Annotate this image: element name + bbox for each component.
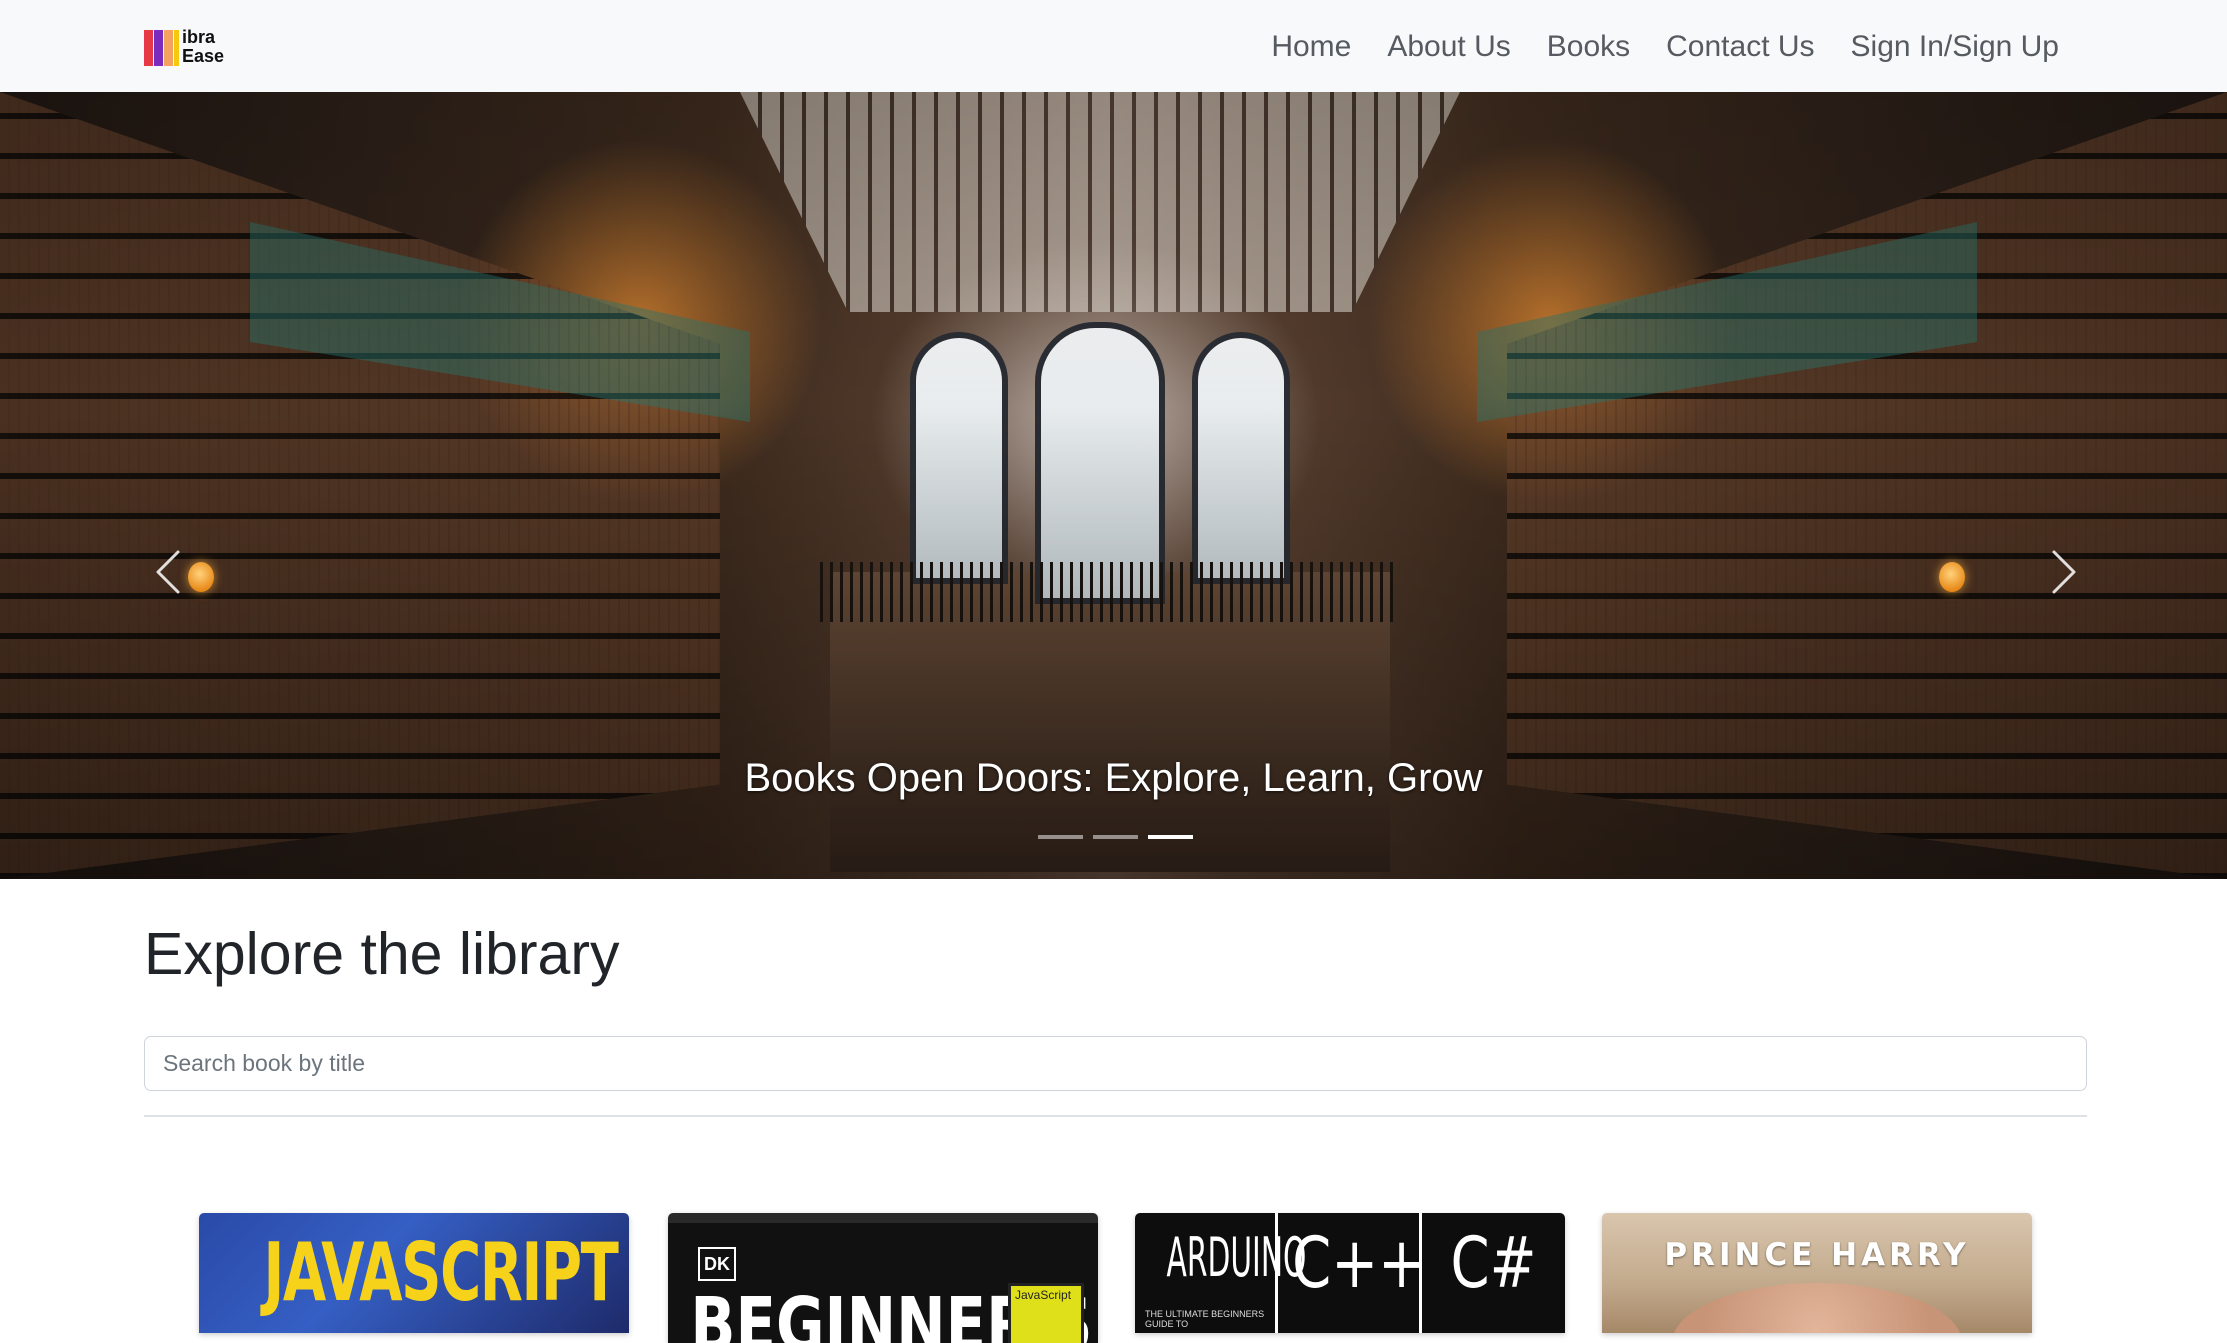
carousel-next-button[interactable] xyxy=(2032,532,2092,612)
cover-panel-label: C# xyxy=(1450,1222,1537,1304)
book-cover-title: BEGINNER'S xyxy=(690,1282,1093,1343)
javascript-tag: JavaScript xyxy=(1008,1283,1084,1343)
logo-bar-purple xyxy=(154,30,163,66)
cover-panel-arduino: ARDUINO THE ULTIMATE BEGINNERS GUIDE TO xyxy=(1135,1213,1307,1333)
book-card-javascript[interactable]: JAVASCRIPT xyxy=(199,1213,629,1333)
book-cover-title: JAVASCRIPT xyxy=(263,1226,619,1319)
logo-bar-red xyxy=(144,30,153,66)
navbar: ibra Ease Home About Us Books Contact Us… xyxy=(0,0,2227,92)
logo-wordmark-line2: Ease xyxy=(182,46,225,66)
main-nav: Home About Us Books Contact Us Sign In/S… xyxy=(1253,24,2077,70)
nav-books[interactable]: Books xyxy=(1529,24,1648,70)
cover-panel-label: C++ xyxy=(1292,1222,1426,1304)
carousel-indicator-3[interactable] xyxy=(1148,835,1193,839)
cover-portrait xyxy=(1672,1283,1962,1333)
nav-about-us[interactable]: About Us xyxy=(1369,24,1528,70)
carousel-prev-button[interactable] xyxy=(140,532,200,612)
section-divider xyxy=(144,1115,2087,1117)
book-card-prince-harry[interactable]: PRINCE HARRY xyxy=(1602,1213,2032,1333)
carousel-indicator-2[interactable] xyxy=(1093,835,1138,839)
chevron-right-icon xyxy=(2052,550,2076,594)
nav-sign-in-sign-up[interactable]: Sign In/Sign Up xyxy=(1833,24,2077,70)
logo-bar-orange xyxy=(164,30,173,66)
cover-panel-cpp: C++ xyxy=(1278,1213,1426,1333)
carousel-indicators xyxy=(1038,835,1193,839)
carousel-indicator-1[interactable] xyxy=(1038,835,1083,839)
book-card-arduino-cpp-csharp[interactable]: ARDUINO THE ULTIMATE BEGINNERS GUIDE TO … xyxy=(1135,1213,1565,1333)
cover-subtitle: THE ULTIMATE BEGINNERS GUIDE TO xyxy=(1145,1309,1265,1329)
cover-panel-label: ARDUINO xyxy=(1166,1226,1307,1289)
page-title: Explore the library xyxy=(144,921,620,987)
chevron-left-icon xyxy=(156,550,180,594)
publisher-badge: DK xyxy=(698,1247,736,1281)
libraease-logo[interactable]: ibra Ease xyxy=(144,28,240,68)
nav-home[interactable]: Home xyxy=(1253,24,1369,70)
lamp-right xyxy=(1939,562,1965,592)
book-cover-title: PRINCE HARRY xyxy=(1664,1237,1970,1273)
nav-contact-us[interactable]: Contact Us xyxy=(1648,24,1832,70)
hero-caption: Books Open Doors: Explore, Learn, Grow xyxy=(744,756,1483,800)
hero-carousel: Books Open Doors: Explore, Learn, Grow xyxy=(0,92,2227,879)
cover-panel-csharp: C# xyxy=(1422,1213,1565,1333)
logo-bar-yellow xyxy=(174,30,179,66)
logo-wordmark-line1: ibra xyxy=(182,27,216,47)
javascript-tag-label: JavaScript xyxy=(1015,1288,1072,1302)
search-input[interactable] xyxy=(144,1036,2087,1091)
logo-wordmark: ibra Ease xyxy=(182,28,224,66)
book-card-beginners[interactable]: DK BEGINNER'S JavaScript xyxy=(668,1213,1098,1343)
